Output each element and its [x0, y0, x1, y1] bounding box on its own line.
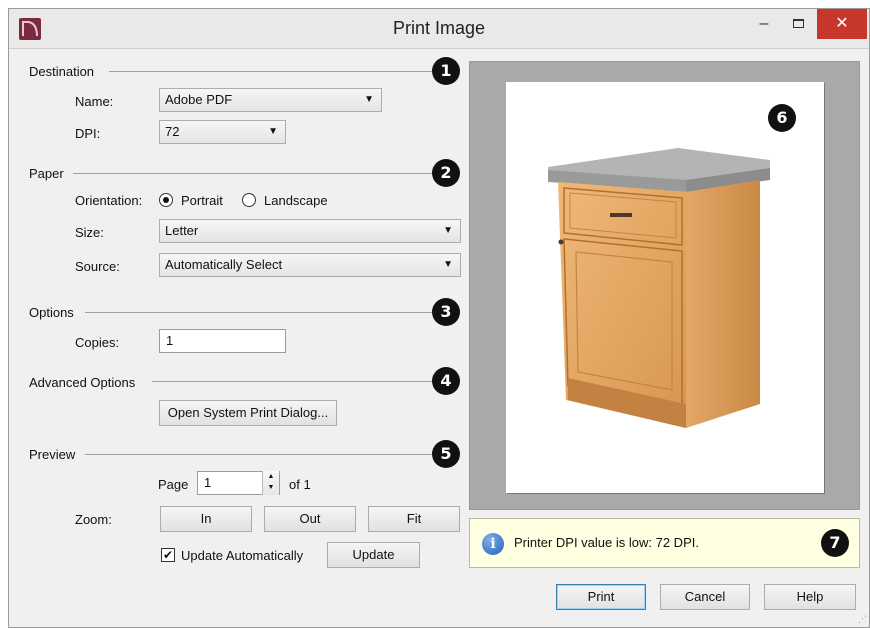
page-number-value: 1	[204, 475, 212, 490]
section-divider	[85, 454, 433, 455]
cabinet-preview-image	[548, 148, 770, 428]
cancel-button[interactable]: Cancel	[660, 584, 750, 610]
zoom-in-button[interactable]: In	[160, 506, 252, 532]
page-label: Page	[158, 477, 189, 492]
orientation-label: Orientation:	[75, 193, 143, 208]
options-section-label: Options	[29, 305, 74, 320]
advanced-section-label: Advanced Options	[29, 375, 136, 390]
copies-input[interactable]: 1	[159, 329, 286, 353]
print-button[interactable]: Print	[556, 584, 646, 610]
callout-badge-1: 1	[432, 57, 460, 85]
update-automatically-label[interactable]: Update Automatically	[181, 548, 303, 563]
spin-down-icon[interactable]: ▼	[263, 482, 279, 493]
zoom-out-button[interactable]: Out	[264, 506, 356, 532]
info-message-bar: i Printer DPI value is low: 72 DPI. 7	[469, 518, 860, 568]
minimize-button[interactable]: –	[749, 9, 779, 39]
spin-up-icon[interactable]: ▲	[263, 471, 279, 482]
chevron-down-icon: ▼	[268, 126, 278, 137]
callout-badge-4: 4	[432, 367, 460, 395]
maximize-icon	[792, 19, 804, 29]
section-divider	[109, 71, 433, 72]
chevron-down-icon: ▼	[364, 94, 374, 105]
window-title: Print Image	[392, 18, 486, 38]
close-button[interactable]: ✕	[817, 9, 867, 39]
section-divider	[85, 312, 433, 313]
title-bar[interactable]: Print Image – ✕	[9, 9, 869, 49]
paper-source-value: Automatically Select	[165, 257, 283, 272]
size-label: Size:	[75, 225, 104, 240]
paper-size-value: Letter	[165, 223, 199, 238]
preview-section-label: Preview	[29, 447, 76, 462]
maximize-button[interactable]	[781, 9, 815, 39]
print-image-dialog: Print Image – ✕ Destination 1 Name: Adob…	[8, 8, 870, 628]
printer-name-value: Adobe PDF	[165, 92, 233, 107]
update-button[interactable]: Update	[327, 542, 420, 568]
landscape-radio[interactable]	[242, 193, 256, 207]
callout-badge-6: 6	[768, 104, 796, 132]
printer-name-select[interactable]: Adobe PDF ▼	[159, 88, 382, 112]
dpi-select[interactable]: 72 ▼	[159, 120, 286, 144]
dpi-value: 72	[165, 124, 180, 139]
callout-badge-2: 2	[432, 159, 460, 187]
info-message: Printer DPI value is low: 72 DPI.	[514, 535, 699, 550]
name-label: Name:	[75, 94, 114, 109]
callout-badge-7: 7	[821, 529, 849, 557]
copies-label: Copies:	[75, 335, 120, 350]
page-spinner[interactable]: ▲ ▼	[262, 471, 279, 495]
info-icon: i	[482, 533, 504, 555]
callout-badge-5: 5	[432, 440, 460, 468]
update-automatically-checkbox[interactable]: ✔	[161, 548, 175, 562]
zoom-label: Zoom:	[75, 512, 112, 527]
chevron-down-icon: ▼	[443, 225, 453, 236]
page-number-input[interactable]: 1 ▲ ▼	[197, 471, 280, 495]
page-count-label: of 1	[289, 477, 311, 492]
portrait-label[interactable]: Portrait	[181, 193, 223, 208]
landscape-label[interactable]: Landscape	[264, 193, 328, 208]
resize-grip-icon[interactable]: ⋰	[858, 614, 867, 625]
source-label: Source:	[75, 259, 120, 274]
paper-size-select[interactable]: Letter ▼	[159, 219, 461, 243]
print-preview-pane[interactable]: 6	[469, 61, 860, 510]
zoom-fit-button[interactable]: Fit	[368, 506, 460, 532]
callout-badge-3: 3	[432, 298, 460, 326]
portrait-radio[interactable]	[159, 193, 173, 207]
section-divider	[152, 381, 433, 382]
paper-section-label: Paper	[29, 166, 64, 181]
destination-section-label: Destination	[29, 64, 95, 79]
section-divider	[73, 173, 433, 174]
open-system-print-dialog-button[interactable]: Open System Print Dialog...	[159, 400, 337, 426]
preview-page: 6	[506, 82, 824, 493]
paper-source-select[interactable]: Automatically Select ▼	[159, 253, 461, 277]
chevron-down-icon: ▼	[443, 259, 453, 270]
dpi-label: DPI:	[75, 126, 101, 141]
help-button[interactable]: Help	[764, 584, 856, 610]
